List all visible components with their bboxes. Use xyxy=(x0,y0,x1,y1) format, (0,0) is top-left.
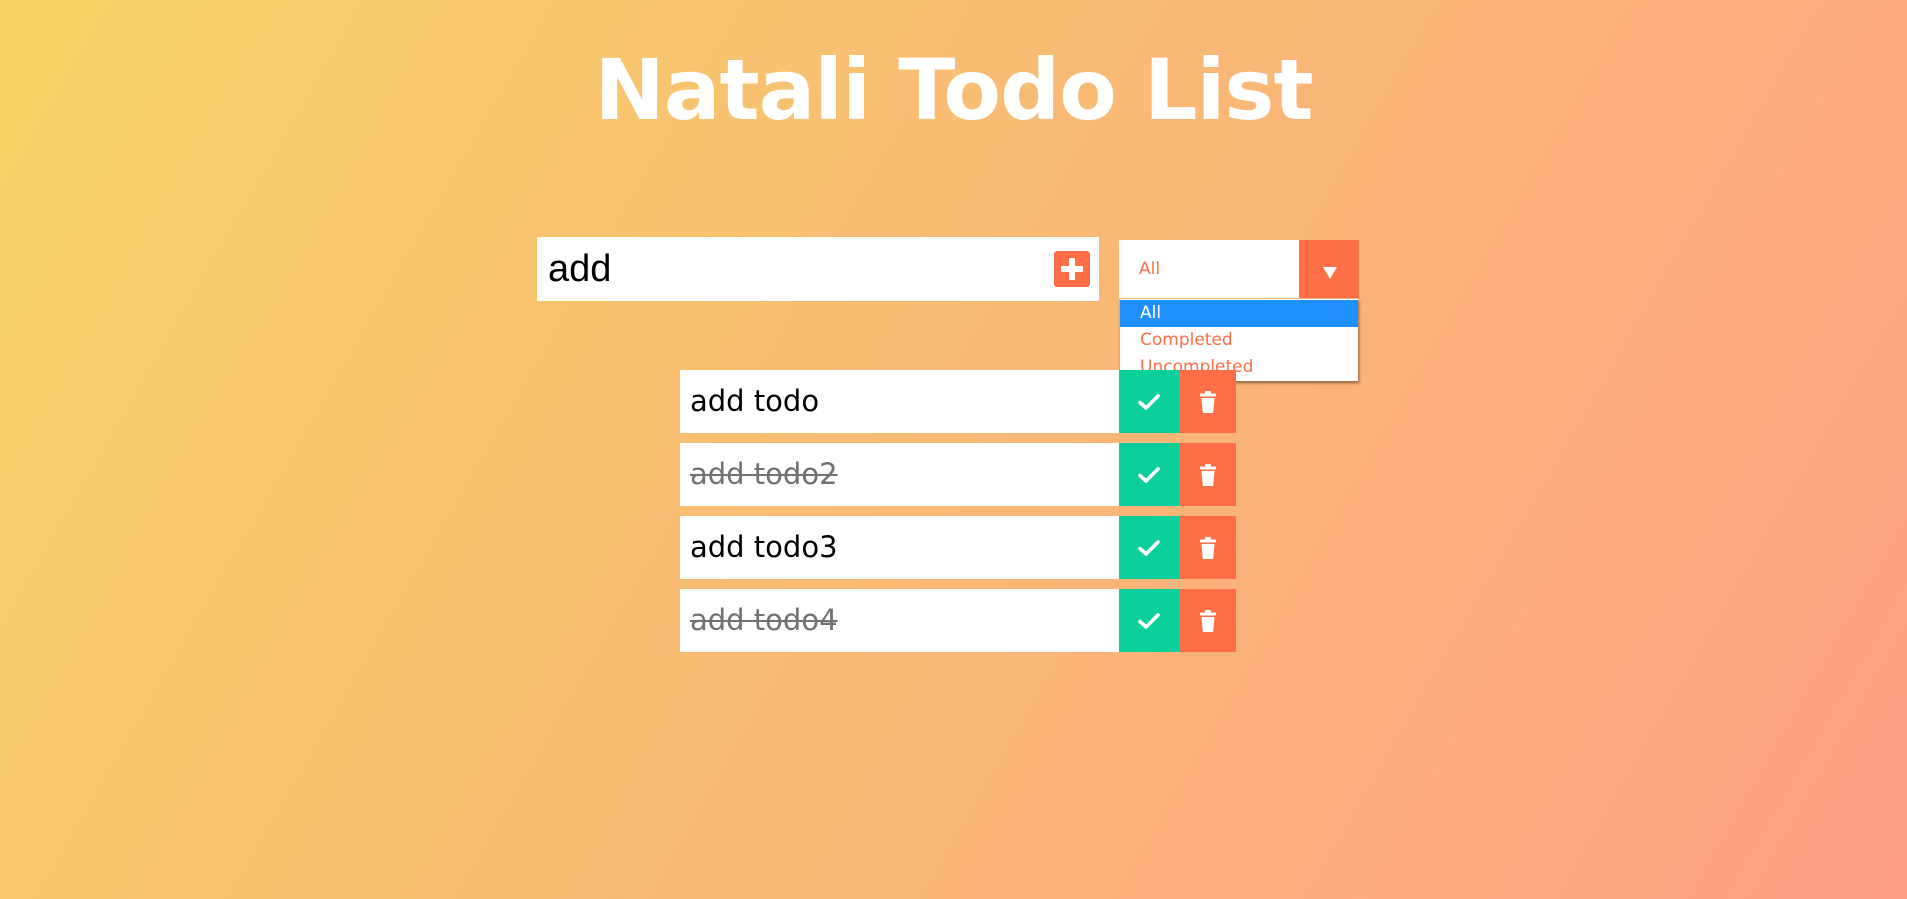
filter-arrow[interactable] xyxy=(1299,240,1359,298)
todo-input[interactable] xyxy=(537,237,1017,301)
complete-button[interactable] xyxy=(1119,589,1179,652)
check-icon xyxy=(1138,539,1160,556)
complete-button[interactable] xyxy=(1119,443,1179,506)
check-icon xyxy=(1138,612,1160,629)
todo-item: add todo xyxy=(680,370,1236,433)
filter-selected-value: All xyxy=(1139,259,1161,279)
todo-text-box: add todo2 xyxy=(680,443,1119,506)
add-todo-form xyxy=(537,237,1099,301)
delete-button[interactable] xyxy=(1179,443,1236,506)
trash-icon xyxy=(1199,609,1216,632)
page-title: Natali Todo List xyxy=(594,41,1313,139)
filter-option-completed[interactable]: Completed xyxy=(1120,327,1358,354)
check-icon xyxy=(1138,393,1160,410)
complete-button[interactable] xyxy=(1119,516,1179,579)
todo-item: add todo3 xyxy=(680,516,1236,579)
todo-text-box: add todo xyxy=(680,370,1119,433)
trash-icon xyxy=(1199,390,1216,413)
todo-text: add todo xyxy=(690,384,820,418)
todo-text-box: add todo3 xyxy=(680,516,1119,579)
todo-item: add todo4 xyxy=(680,589,1236,652)
todo-text: add todo3 xyxy=(690,530,838,564)
delete-button[interactable] xyxy=(1179,370,1236,433)
todo-item: add todo2 xyxy=(680,443,1236,506)
caret-down-icon xyxy=(1323,267,1337,279)
filter-dropdown: All Completed Uncompleted xyxy=(1120,299,1358,381)
trash-icon xyxy=(1199,463,1216,486)
todo-text-box: add todo4 xyxy=(680,589,1119,652)
todo-text: add todo4 xyxy=(690,603,838,637)
add-todo-button[interactable] xyxy=(1054,251,1090,287)
trash-icon xyxy=(1199,536,1216,559)
delete-button[interactable] xyxy=(1179,589,1236,652)
filter-option-all[interactable]: All xyxy=(1120,300,1358,327)
filter-select[interactable]: All xyxy=(1119,240,1359,298)
complete-button[interactable] xyxy=(1119,370,1179,433)
todo-text: add todo2 xyxy=(690,457,838,491)
check-icon xyxy=(1138,466,1160,483)
delete-button[interactable] xyxy=(1179,516,1236,579)
